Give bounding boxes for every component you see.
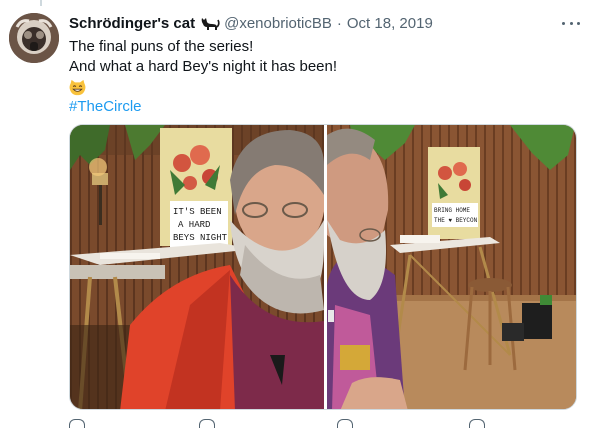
- tweet-header: Schrödinger's cat @xenobrioticBB · Oct 1…: [69, 12, 580, 34]
- black-cat-emoji: [200, 15, 220, 31]
- share-icon[interactable]: [469, 419, 485, 428]
- tweet-media-image[interactable]: IT'S BEEN A HARD BEYS NIGHT BRING HOME T…: [69, 124, 577, 410]
- tweet-text: The final puns of the series! And what a…: [69, 37, 337, 117]
- right-poster-line-1: BRING HOME: [434, 207, 470, 214]
- hashtag-link[interactable]: #TheCircle: [69, 98, 142, 115]
- header-separator: ·: [336, 14, 342, 32]
- media-divider: [324, 125, 327, 409]
- more-options-icon[interactable]: [562, 16, 580, 30]
- tweet-text-line-1: The final puns of the series!: [69, 38, 254, 55]
- avatar[interactable]: [9, 13, 59, 63]
- thread-connector-line: [40, 0, 42, 6]
- left-poster-line-1: IT'S BEEN: [173, 207, 222, 217]
- left-poster-line-3: BEYS NIGHT: [173, 233, 228, 243]
- display-name[interactable]: Schrödinger's cat: [69, 15, 195, 32]
- left-video-frame: IT'S BEEN A HARD BEYS NIGHT: [70, 125, 325, 409]
- like-icon[interactable]: [337, 419, 353, 428]
- retweet-icon[interactable]: [199, 419, 215, 428]
- tweet-text-line-2: And what a hard Bey's night it has been!: [69, 58, 338, 75]
- grinning-cat-emoji: [69, 79, 86, 96]
- tweet-emoji-line: [69, 77, 337, 97]
- tweet-date[interactable]: Oct 18, 2019: [347, 15, 433, 32]
- right-poster-line-2: THE ♥ BEYCON: [434, 217, 478, 224]
- left-poster-line-2: A HARD: [178, 220, 210, 230]
- user-handle[interactable]: @xenobrioticBB: [224, 15, 332, 32]
- tweet-action-bar: [69, 417, 577, 428]
- right-video-frame: BRING HOME THE ♥ BEYCON: [327, 125, 576, 409]
- reply-icon[interactable]: [69, 419, 85, 428]
